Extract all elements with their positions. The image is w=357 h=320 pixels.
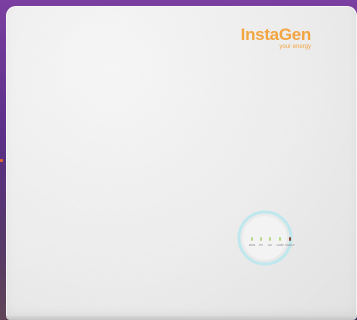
- indicator-fault: FAULT: [285, 237, 295, 247]
- device-surface: [6, 6, 357, 320]
- indicator-com: COM: [275, 237, 285, 247]
- indicator-ac: AC: [265, 237, 275, 247]
- brand-tagline: your energy: [279, 44, 311, 50]
- indicator-com-light: [279, 237, 281, 241]
- indicator-run-light: [251, 237, 253, 241]
- brand-name: InstaGen: [240, 25, 312, 44]
- indicator-ac-label: AC: [267, 243, 273, 247]
- inverter-device: [6, 6, 357, 320]
- indicator-pv-light: [260, 237, 262, 241]
- indicator-fault-label: FAULT: [285, 243, 295, 247]
- edge-light: [0, 159, 3, 162]
- indicator-fault-light: [289, 237, 291, 241]
- status-indicators: RUN PV AC COM FAULT: [247, 237, 297, 253]
- device-bottom-edge: [6, 316, 357, 320]
- indicator-com-label: COM: [276, 243, 284, 247]
- indicator-ac-light: [269, 237, 271, 241]
- brand-logo: InstaGen your energy: [240, 25, 312, 51]
